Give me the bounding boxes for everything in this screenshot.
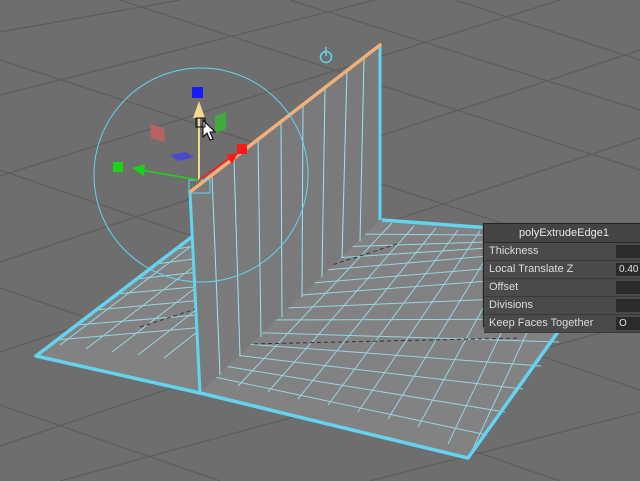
plane-handle-xy[interactable] bbox=[150, 124, 165, 142]
plane-handle-xz[interactable] bbox=[170, 152, 194, 161]
hud-value-keep-faces-together[interactable]: O bbox=[616, 317, 640, 330]
hud-row-divisions[interactable]: Divisions bbox=[484, 297, 640, 315]
hud-label-thickness: Thickness bbox=[489, 245, 539, 257]
hud-label-local-translate-z: Local Translate Z bbox=[489, 263, 574, 275]
axis-handle-z[interactable] bbox=[113, 162, 123, 172]
hud-row-keep-faces-together[interactable]: Keep Faces Together O bbox=[484, 315, 640, 333]
hud-label-offset: Offset bbox=[489, 281, 519, 293]
power-icon[interactable] bbox=[319, 47, 333, 64]
hud-value-local-translate-z[interactable]: 0.40 bbox=[616, 263, 640, 276]
channel-box-hud: polyExtrudeEdge1 Thickness Local Transla… bbox=[483, 223, 640, 333]
hud-row-thickness[interactable]: Thickness bbox=[484, 243, 640, 261]
hud-value-thickness[interactable] bbox=[616, 245, 640, 258]
hud-row-offset[interactable]: Offset bbox=[484, 279, 640, 297]
viewport-3d[interactable]: polyExtrudeEdge1 Thickness Local Transla… bbox=[0, 0, 640, 481]
axis-handle-x[interactable] bbox=[237, 144, 247, 154]
hud-label-keep-faces-together: Keep Faces Together bbox=[489, 317, 594, 329]
hud-label-divisions: Divisions bbox=[489, 299, 534, 311]
axis-arrow-z[interactable] bbox=[132, 164, 145, 176]
axis-handle-y[interactable] bbox=[192, 87, 203, 98]
axis-arrow-y[interactable] bbox=[193, 101, 205, 118]
hud-value-offset[interactable] bbox=[616, 281, 640, 294]
hud-title: polyExtrudeEdge1 bbox=[484, 224, 640, 243]
hud-value-divisions[interactable] bbox=[616, 299, 640, 312]
hud-row-local-translate-z[interactable]: Local Translate Z 0.40 bbox=[484, 261, 640, 279]
plane-handle-yz[interactable] bbox=[215, 112, 226, 133]
